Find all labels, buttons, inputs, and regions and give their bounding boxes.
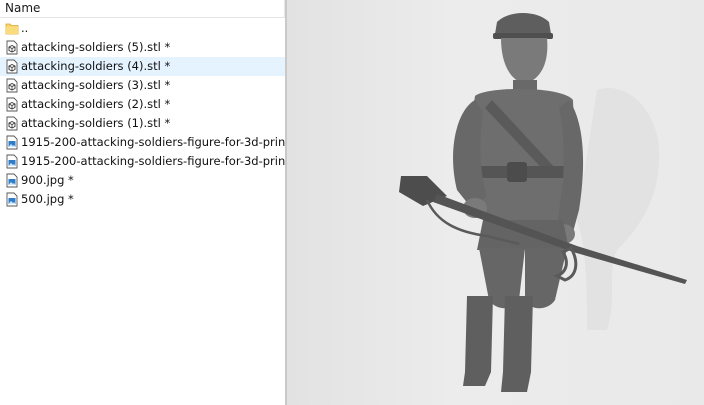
stl-file-icon bbox=[6, 40, 18, 55]
stl-file-icon bbox=[6, 59, 18, 74]
file-name: 1915-200-attacking-soldiers-figure-for-3… bbox=[21, 154, 285, 168]
file-name: attacking-soldiers (4).stl * bbox=[21, 59, 171, 73]
list-item-image-file[interactable]: 1915-200-attacking-soldiers-figure-for-3… bbox=[0, 152, 285, 171]
folder-icon bbox=[5, 23, 19, 35]
file-list-pane: Name .. attacking-soldiers (5).stl * att… bbox=[0, 0, 285, 405]
file-name: 1915-200-attacking-soldiers-figure-for-3… bbox=[21, 135, 285, 149]
list-item-stl-file-selected[interactable]: attacking-soldiers (4).stl * bbox=[0, 57, 285, 76]
model-preview-pane[interactable] bbox=[287, 0, 704, 405]
file-name: 900.jpg * bbox=[21, 173, 74, 187]
file-list: .. attacking-soldiers (5).stl * attackin… bbox=[0, 19, 285, 209]
image-file-icon bbox=[6, 154, 18, 169]
file-name: attacking-soldiers (5).stl * bbox=[21, 40, 171, 54]
column-header-name[interactable]: Name bbox=[0, 0, 285, 18]
soldier-figure-render bbox=[399, 13, 687, 392]
image-file-icon bbox=[6, 192, 18, 207]
image-file-icon bbox=[6, 173, 18, 188]
list-item-stl-file[interactable]: attacking-soldiers (3).stl * bbox=[0, 76, 285, 95]
list-item-image-file[interactable]: 1915-200-attacking-soldiers-figure-for-3… bbox=[0, 133, 285, 152]
file-name: attacking-soldiers (3).stl * bbox=[21, 78, 171, 92]
image-file-icon bbox=[6, 135, 18, 150]
stl-file-icon bbox=[6, 78, 18, 93]
column-header-label: Name bbox=[5, 1, 41, 15]
list-item-image-file[interactable]: 500.jpg * bbox=[0, 190, 285, 209]
list-item-stl-file[interactable]: attacking-soldiers (1).stl * bbox=[0, 114, 285, 133]
file-name: .. bbox=[21, 21, 29, 35]
stl-file-icon bbox=[6, 116, 18, 131]
list-item-stl-file[interactable]: attacking-soldiers (5).stl * bbox=[0, 38, 285, 57]
list-item-parent-folder[interactable]: .. bbox=[0, 19, 285, 38]
file-name: attacking-soldiers (1).stl * bbox=[21, 116, 171, 130]
list-item-image-file[interactable]: 900.jpg * bbox=[0, 171, 285, 190]
list-item-stl-file[interactable]: attacking-soldiers (2).stl * bbox=[0, 95, 285, 114]
stl-file-icon bbox=[6, 97, 18, 112]
file-name: attacking-soldiers (2).stl * bbox=[21, 97, 171, 111]
file-name: 500.jpg * bbox=[21, 192, 74, 206]
